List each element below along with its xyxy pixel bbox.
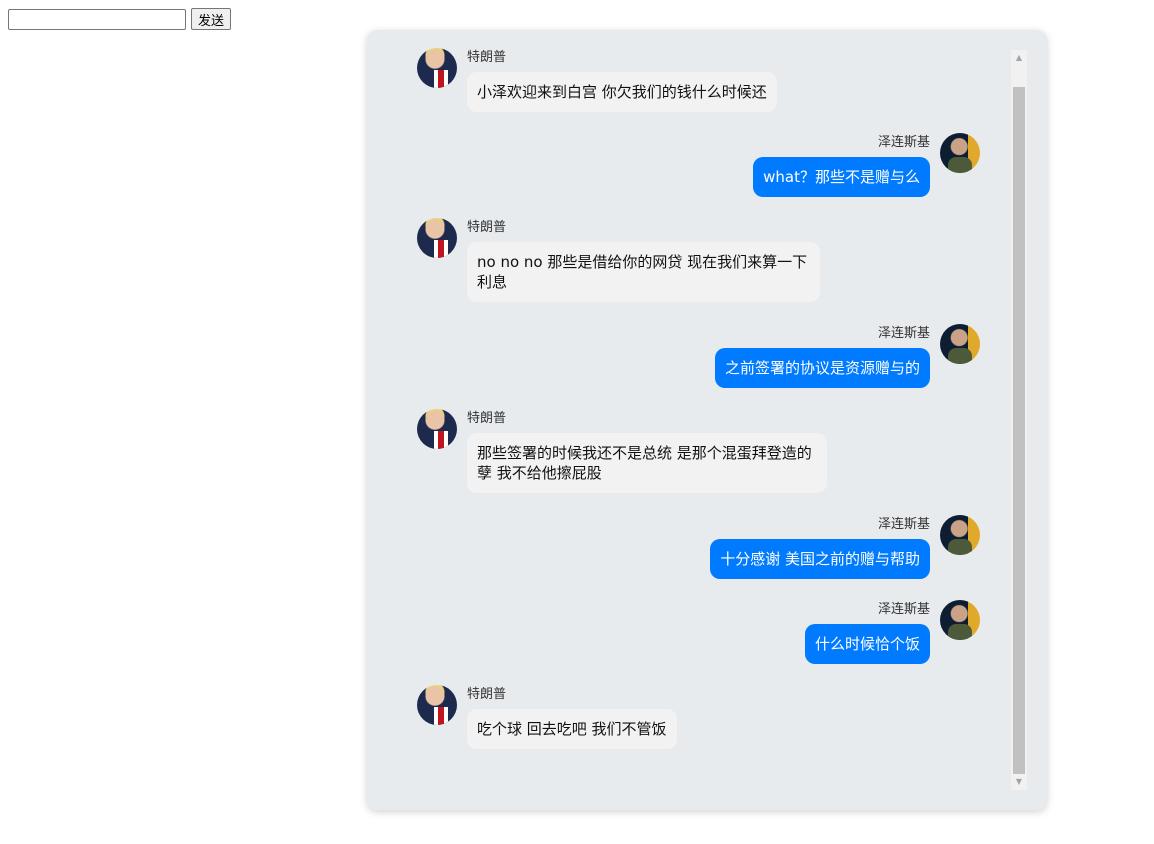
zelensky-avatar [940,133,980,173]
message-bubble: 十分感谢 美国之前的赠与帮助 [710,539,930,579]
message-item: 泽连斯基 十分感谢 美国之前的赠与帮助 [710,515,980,579]
message-bubble: 什么时候恰个饭 [804,624,930,664]
message-bubble: 小泽欢迎来到白宫 你欠我们的钱什么时候还 [467,72,777,112]
zelensky-avatar [940,515,980,555]
sender-name: 泽连斯基 [877,602,930,617]
trump-avatar [417,685,457,725]
message-bubble: 那些签署的时候我还不是总统 是那个混蛋拜登造的孽 我不给他擦屁股 [467,433,827,493]
sender-name: 泽连斯基 [877,517,930,532]
message-bubble: 吃个球 回去吃吧 我们不管饭 [467,709,677,749]
trump-avatar [417,409,457,449]
message-bubble: 之前签署的协议是资源赠与的 [714,348,930,388]
message-item: 泽连斯基 what？那些不是赠与么 [753,133,980,197]
trump-avatar [417,48,457,88]
message-item: 特朗普 吃个球 回去吃吧 我们不管饭 [417,685,677,749]
composer-bar: 发送 [8,8,232,30]
message-item: 特朗普 小泽欢迎来到白宫 你欠我们的钱什么时候还 [417,48,777,112]
chat-panel: 特朗普 小泽欢迎来到白宫 你欠我们的钱什么时候还 泽连斯基 what？那些不是赠… [367,30,1047,810]
scroll-up-arrow-icon[interactable]: ▲ [1011,50,1027,66]
scrollbar-thumb[interactable] [1013,87,1025,774]
message-item: 泽连斯基 之前签署的协议是资源赠与的 [714,324,980,388]
sender-name: 特朗普 [467,411,507,426]
trump-avatar [417,218,457,258]
zelensky-avatar [940,600,980,640]
sender-name: 泽连斯基 [877,326,930,341]
send-button[interactable]: 发送 [191,8,232,30]
chat-scrollbar[interactable]: ▲ ▼ [1011,50,1027,790]
message-bubble: what？那些不是赠与么 [753,157,930,197]
sender-name: 泽连斯基 [877,135,930,150]
message-input[interactable] [8,8,186,30]
message-item: 泽连斯基 什么时候恰个饭 [804,600,980,664]
scroll-down-arrow-icon[interactable]: ▼ [1011,774,1027,790]
zelensky-avatar [940,324,980,364]
message-list[interactable]: 特朗普 小泽欢迎来到白宫 你欠我们的钱什么时候还 泽连斯基 what？那些不是赠… [367,30,1007,810]
message-bubble: no no no 那些是借给你的网贷 现在我们来算一下利息 [467,242,820,302]
sender-name: 特朗普 [467,220,507,235]
message-item: 特朗普 no no no 那些是借给你的网贷 现在我们来算一下利息 [417,218,820,302]
sender-name: 特朗普 [467,687,507,702]
message-item: 特朗普 那些签署的时候我还不是总统 是那个混蛋拜登造的孽 我不给他擦屁股 [417,409,827,493]
sender-name: 特朗普 [467,50,507,65]
